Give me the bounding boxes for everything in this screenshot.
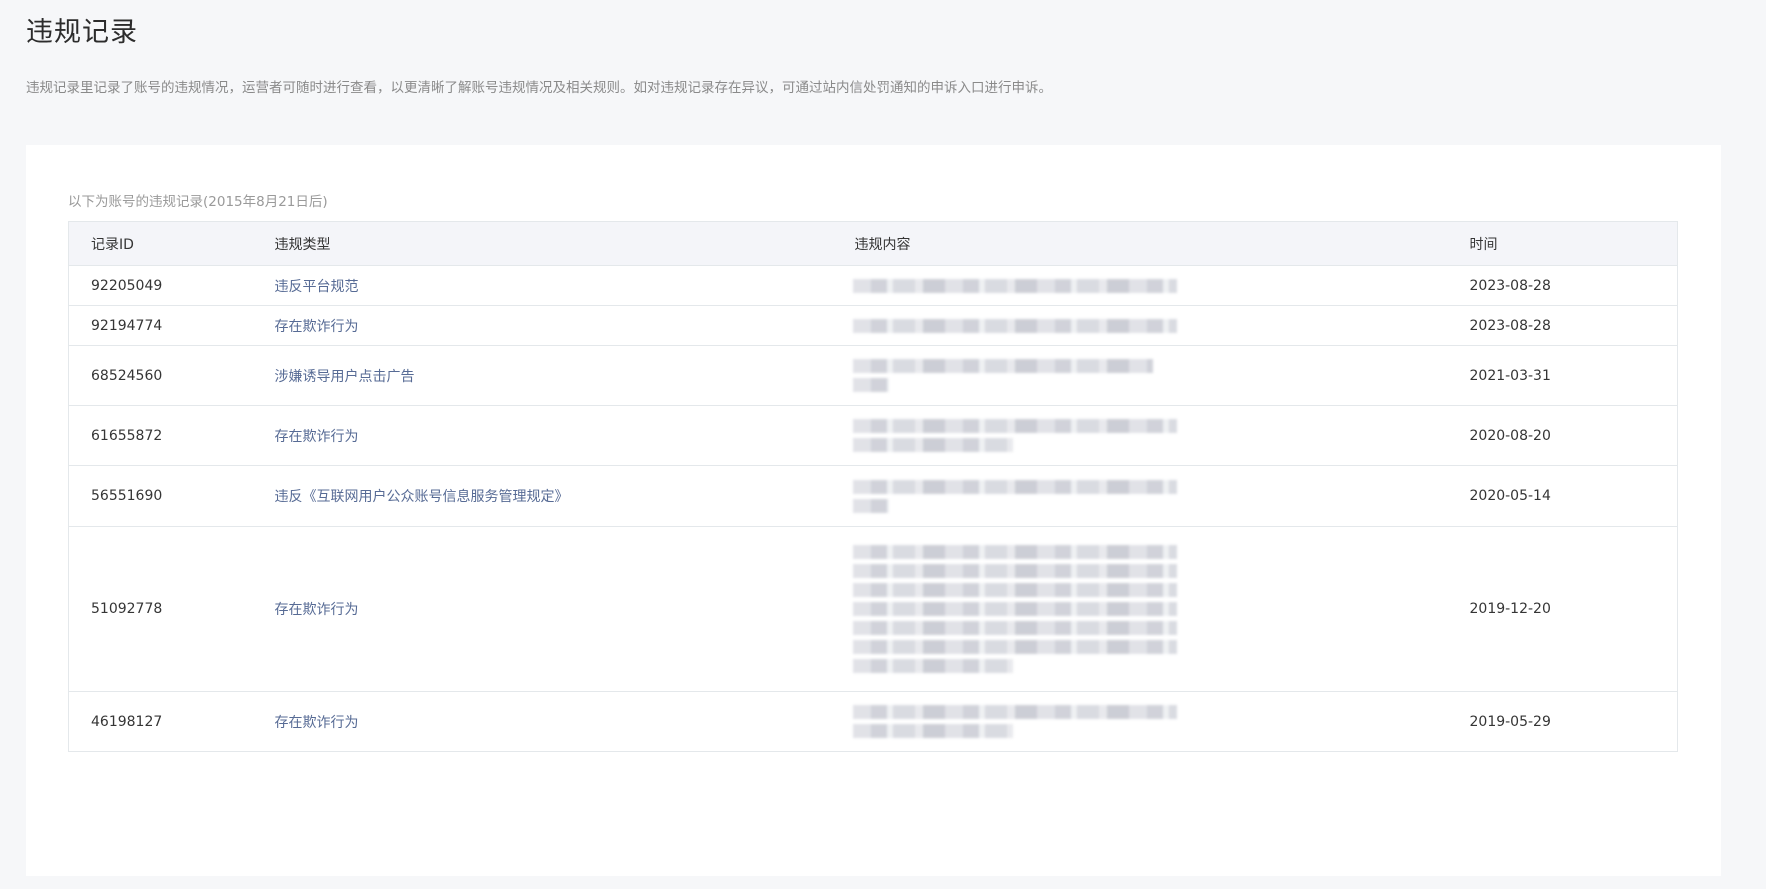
violation-type-link[interactable]: 违反平台规范 (275, 279, 359, 295)
violation-type-cell: 存在欺诈行为 (252, 405, 833, 466)
table-row: 92194774 存在欺诈行为 2023-08-28 (68, 305, 1678, 346)
record-time: 2023-08-28 (1447, 305, 1678, 346)
violation-records-page: 违规记录 违规记录里记录了账号的违规情况，运营者可随时进行查看，以更清晰了解账号… (0, 0, 1766, 889)
record-time: 2023-08-28 (1447, 265, 1678, 306)
header-violation-type: 违规类型 (252, 221, 833, 266)
violation-type-link[interactable]: 存在欺诈行为 (275, 602, 359, 618)
violation-content-cell (832, 465, 1448, 527)
redacted-content (852, 545, 1177, 673)
violation-content-cell (832, 265, 1448, 306)
record-id: 68524560 (68, 345, 253, 406)
record-time: 2020-08-20 (1447, 405, 1678, 466)
violation-type-link[interactable]: 违反《互联网用户公众账号信息服务管理规定》 (275, 489, 569, 505)
records-caption: 以下为账号的违规记录(2015年8月21日后) (68, 194, 328, 210)
redacted-content (852, 705, 1177, 738)
record-time: 2019-12-20 (1447, 526, 1678, 692)
record-id: 56551690 (68, 465, 253, 527)
record-id: 92205049 (68, 265, 253, 306)
redacted-content (852, 278, 1177, 293)
record-id: 51092778 (68, 526, 253, 692)
violation-type-cell: 涉嫌诱导用户点击广告 (252, 345, 833, 406)
record-time: 2021-03-31 (1447, 345, 1678, 406)
violation-type-cell: 存在欺诈行为 (252, 305, 833, 346)
table-row: 61655872 存在欺诈行为 2020-08-20 (68, 405, 1678, 466)
header-violation-content: 违规内容 (832, 221, 1448, 266)
records-card: 以下为账号的违规记录(2015年8月21日后) 记录ID 违规类型 违规内容 时… (26, 145, 1721, 876)
redacted-content (852, 359, 1168, 392)
table-row: 46198127 存在欺诈行为 2019-05-29 (68, 691, 1678, 752)
violation-type-cell: 违反《互联网用户公众账号信息服务管理规定》 (252, 465, 833, 527)
table-header-row: 记录ID 违规类型 违规内容 时间 (68, 221, 1678, 266)
violation-type-link[interactable]: 存在欺诈行为 (275, 319, 359, 335)
violation-content-cell (832, 691, 1448, 752)
table-row: 56551690 违反《互联网用户公众账号信息服务管理规定》 2020-05-1… (68, 465, 1678, 527)
header-time: 时间 (1447, 221, 1678, 266)
redacted-content (852, 479, 1177, 513)
page-title: 违规记录 (26, 17, 138, 48)
record-time: 2019-05-29 (1447, 691, 1678, 752)
violation-content-cell (832, 526, 1448, 692)
violation-content-cell (832, 305, 1448, 346)
table-row: 68524560 涉嫌诱导用户点击广告 2021-03-31 (68, 345, 1678, 406)
violation-content-cell (832, 345, 1448, 406)
record-time: 2020-05-14 (1447, 465, 1678, 527)
table-row: 51092778 存在欺诈行为 2019-12-20 (68, 526, 1678, 692)
header-record-id: 记录ID (68, 221, 253, 266)
violation-type-link[interactable]: 存在欺诈行为 (275, 429, 359, 445)
record-id: 61655872 (68, 405, 253, 466)
violation-type-cell: 存在欺诈行为 (252, 526, 833, 692)
record-id: 46198127 (68, 691, 253, 752)
violation-type-cell: 存在欺诈行为 (252, 691, 833, 752)
record-id: 92194774 (68, 305, 253, 346)
violation-type-link[interactable]: 存在欺诈行为 (275, 715, 359, 731)
violation-type-cell: 违反平台规范 (252, 265, 833, 306)
redacted-content (852, 318, 1177, 333)
table-row: 92205049 违反平台规范 2023-08-28 (68, 265, 1678, 306)
page-description: 违规记录里记录了账号的违规情况，运营者可随时进行查看，以更清晰了解账号违规情况及… (26, 80, 1052, 96)
violation-type-link[interactable]: 涉嫌诱导用户点击广告 (275, 369, 415, 385)
redacted-content (852, 419, 1177, 452)
violation-content-cell (832, 405, 1448, 466)
records-table: 记录ID 违规类型 违规内容 时间 92205049 违反平台规范 2023-0… (68, 221, 1678, 752)
